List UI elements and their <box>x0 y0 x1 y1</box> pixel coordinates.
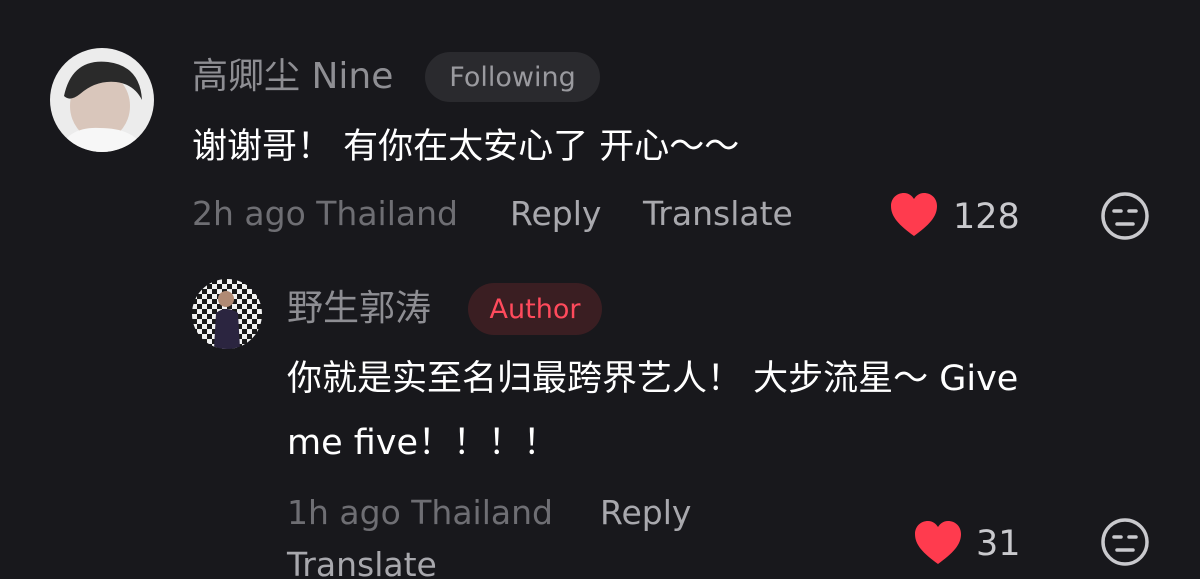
comment-translate-button[interactable]: Translate <box>643 194 793 234</box>
reply-reply-button[interactable]: Reply <box>600 493 691 533</box>
commenter-avatar[interactable] <box>50 48 154 152</box>
comment-reply-button[interactable]: Reply <box>510 194 601 234</box>
reply-timestamp: 1h ago Thailand <box>287 493 553 532</box>
comment-text: 谢谢哥！ 有你在太安心了 开心～～ <box>192 127 740 167</box>
reply-translate-button[interactable]: Translate <box>287 545 437 579</box>
reply-text-line-1: 你就是实至名归最跨界艺人！ 大步流星～ Give <box>287 359 1019 399</box>
heart-icon[interactable] <box>913 520 963 566</box>
commenter-username[interactable]: 高卿尘 Nine <box>192 57 393 97</box>
reply-text-line-2: me five！！！！ <box>287 423 559 463</box>
author-avatar[interactable] <box>192 279 262 349</box>
author-badge: Author <box>468 283 602 335</box>
neutral-face-icon[interactable] <box>1100 517 1150 567</box>
reply-like-count: 31 <box>976 524 1021 564</box>
comment-timestamp: 2h ago Thailand <box>192 194 458 233</box>
neutral-face-icon[interactable] <box>1100 191 1150 241</box>
comment-like-count: 128 <box>953 197 1020 237</box>
author-username[interactable]: 野生郭涛 <box>287 289 431 329</box>
following-badge: Following <box>425 52 600 102</box>
heart-icon[interactable] <box>889 192 939 238</box>
